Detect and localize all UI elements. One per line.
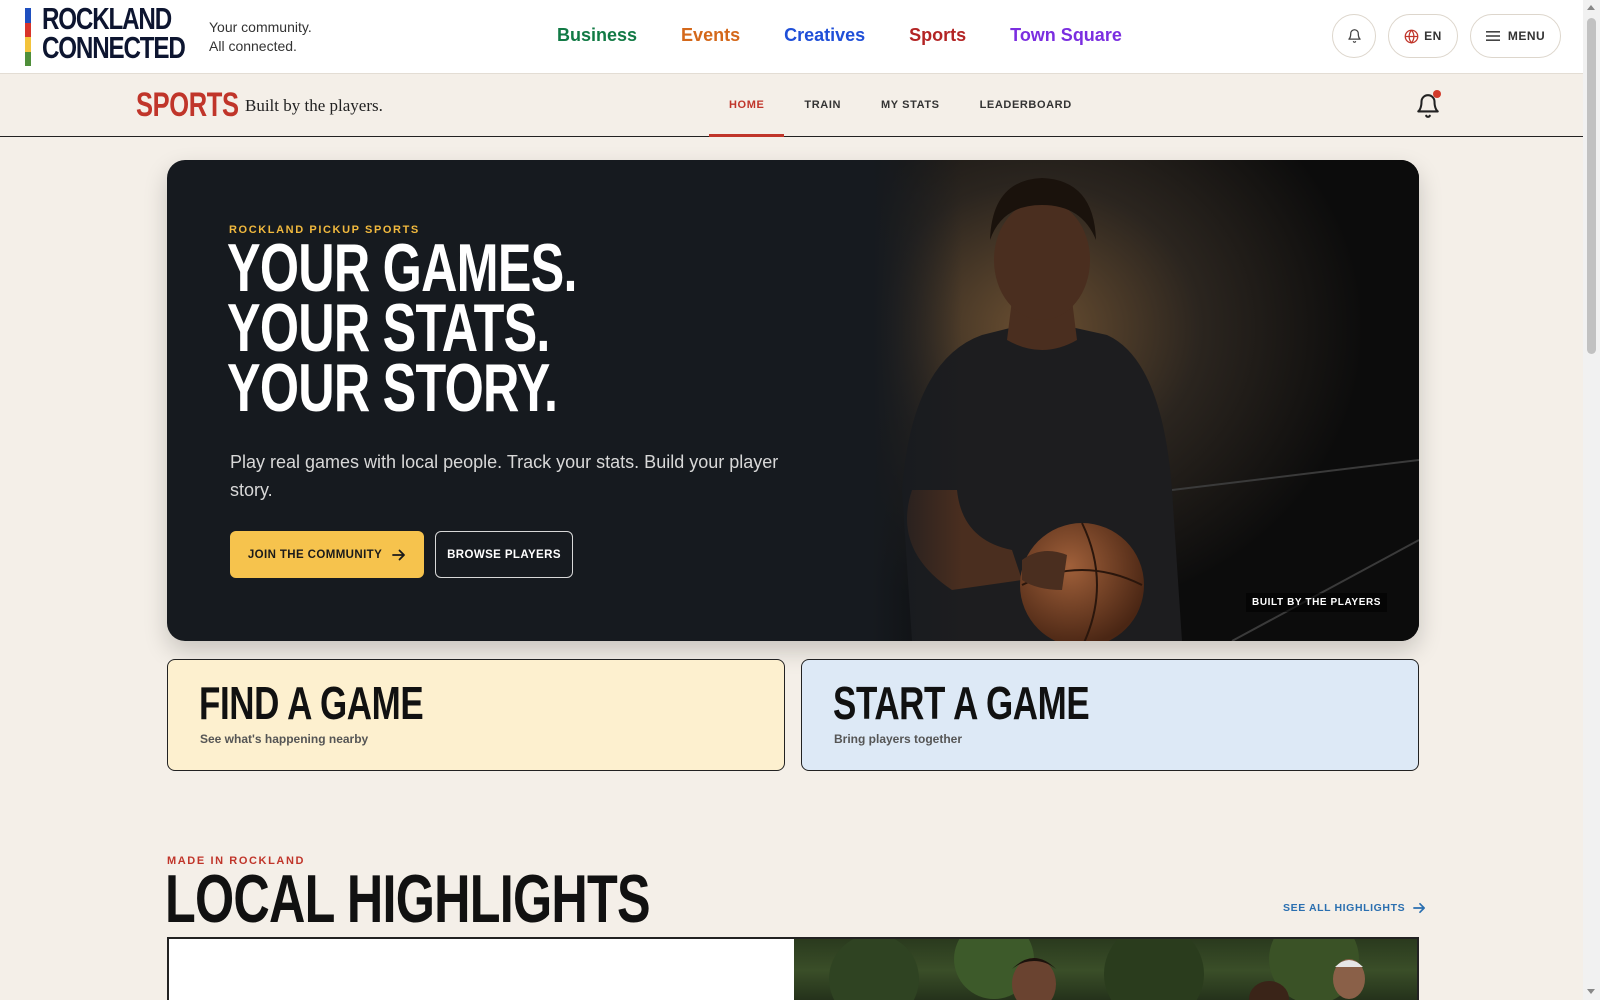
see-all-highlights-label: SEE ALL HIGHLIGHTS [1283, 902, 1406, 914]
tab-train[interactable]: TRAIN [784, 74, 861, 136]
highlight-photo [794, 939, 1417, 1000]
section-title[interactable]: SPORTS [136, 88, 239, 122]
bell-icon [1347, 29, 1361, 43]
page-scrollbar[interactable] [1583, 0, 1600, 1000]
find-game-title: FIND A GAME [199, 677, 424, 729]
hamburger-icon [1485, 31, 1500, 41]
menu-button[interactable]: MENU [1470, 14, 1561, 58]
logo-stripe-blue [25, 8, 31, 23]
arrow-right-icon [392, 549, 406, 560]
language-label: EN [1424, 29, 1442, 43]
hero-photo-fade [872, 160, 962, 641]
hero-player-photo [872, 160, 1419, 641]
browse-players-button[interactable]: BROWSE PLAYERS [435, 531, 573, 578]
sports-subnav: SPORTS Built by the players. HOME TRAIN … [0, 74, 1583, 137]
join-community-button[interactable]: JOIN THE COMMUNITY [230, 531, 424, 578]
site-logo[interactable]: ROCKLAND CONNECTED [42, 1, 186, 65]
main-nav: Business Events Creatives Sports Town Sq… [557, 25, 1122, 46]
tab-my-stats[interactable]: MY STATS [861, 74, 960, 136]
highlight-players-illustration [829, 939, 1365, 1000]
hero-headline: YOUR GAMES. YOUR STATS. YOUR STORY. [227, 230, 577, 426]
logo-stripe-yellow [25, 37, 31, 52]
language-button[interactable]: EN [1388, 14, 1458, 58]
globe-icon [1404, 29, 1419, 44]
logo-line-1: ROCKLAND [42, 1, 172, 36]
nav-creatives[interactable]: Creatives [784, 25, 865, 46]
scroll-up-arrow-icon[interactable] [1587, 5, 1595, 10]
join-community-label: JOIN THE COMMUNITY [247, 548, 383, 561]
hero-subtitle: Play real games with local people. Track… [230, 452, 779, 500]
scrollbar-thumb[interactable] [1587, 18, 1596, 354]
hero-photo-badge: BUILT BY THE PLAYERS [1246, 593, 1388, 612]
tab-home[interactable]: HOME [709, 74, 785, 137]
nav-business[interactable]: Business [557, 25, 637, 46]
unread-indicator-dot [1433, 90, 1441, 98]
site-header: ROCKLAND CONNECTED Your community. All c… [0, 0, 1583, 74]
logo-stripe-red [25, 22, 31, 37]
nav-events[interactable]: Events [681, 25, 740, 46]
tagline-line-1: Your community. [209, 19, 312, 35]
highlight-feature-card[interactable] [167, 937, 1419, 1000]
section-tagline: Built by the players. [245, 96, 383, 115]
hero-headline-line-2: YOUR STATS. [227, 290, 550, 366]
start-game-subtitle: Bring players together [834, 732, 963, 746]
start-game-card[interactable]: START A GAME Bring players together [801, 659, 1419, 771]
hero-headline-line-3: YOUR STORY. [227, 350, 558, 426]
find-game-card[interactable]: FIND A GAME See what's happening nearby [167, 659, 785, 771]
site-tagline: Your community. All connected. [209, 18, 312, 56]
notifications-button[interactable] [1332, 14, 1376, 58]
logo-color-stripes [25, 8, 31, 66]
tagline-line-2: All connected. [209, 38, 297, 54]
hero-headline-line-1: YOUR GAMES. [227, 230, 577, 306]
arrow-right-icon [1413, 902, 1426, 914]
start-game-title: START A GAME [833, 677, 1090, 729]
see-all-highlights-link[interactable]: SEE ALL HIGHLIGHTS [1283, 902, 1426, 914]
highlights-title: LOCAL HIGHLIGHTS [165, 861, 651, 937]
nav-town-square[interactable]: Town Square [1010, 25, 1122, 46]
tab-leaderboard[interactable]: LEADERBOARD [960, 74, 1092, 136]
nav-sports[interactable]: Sports [909, 25, 966, 46]
logo-line-2: CONNECTED [42, 30, 186, 65]
hero-banner: ROCKLAND PICKUP SPORTS YOUR GAMES. YOUR … [167, 160, 1419, 641]
logo-stripe-green [25, 51, 31, 66]
sports-tabs: HOME TRAIN MY STATS LEADERBOARD [709, 74, 1092, 137]
menu-label: MENU [1507, 29, 1546, 43]
scroll-down-arrow-icon[interactable] [1587, 989, 1595, 994]
find-game-subtitle: See what's happening nearby [200, 732, 369, 746]
